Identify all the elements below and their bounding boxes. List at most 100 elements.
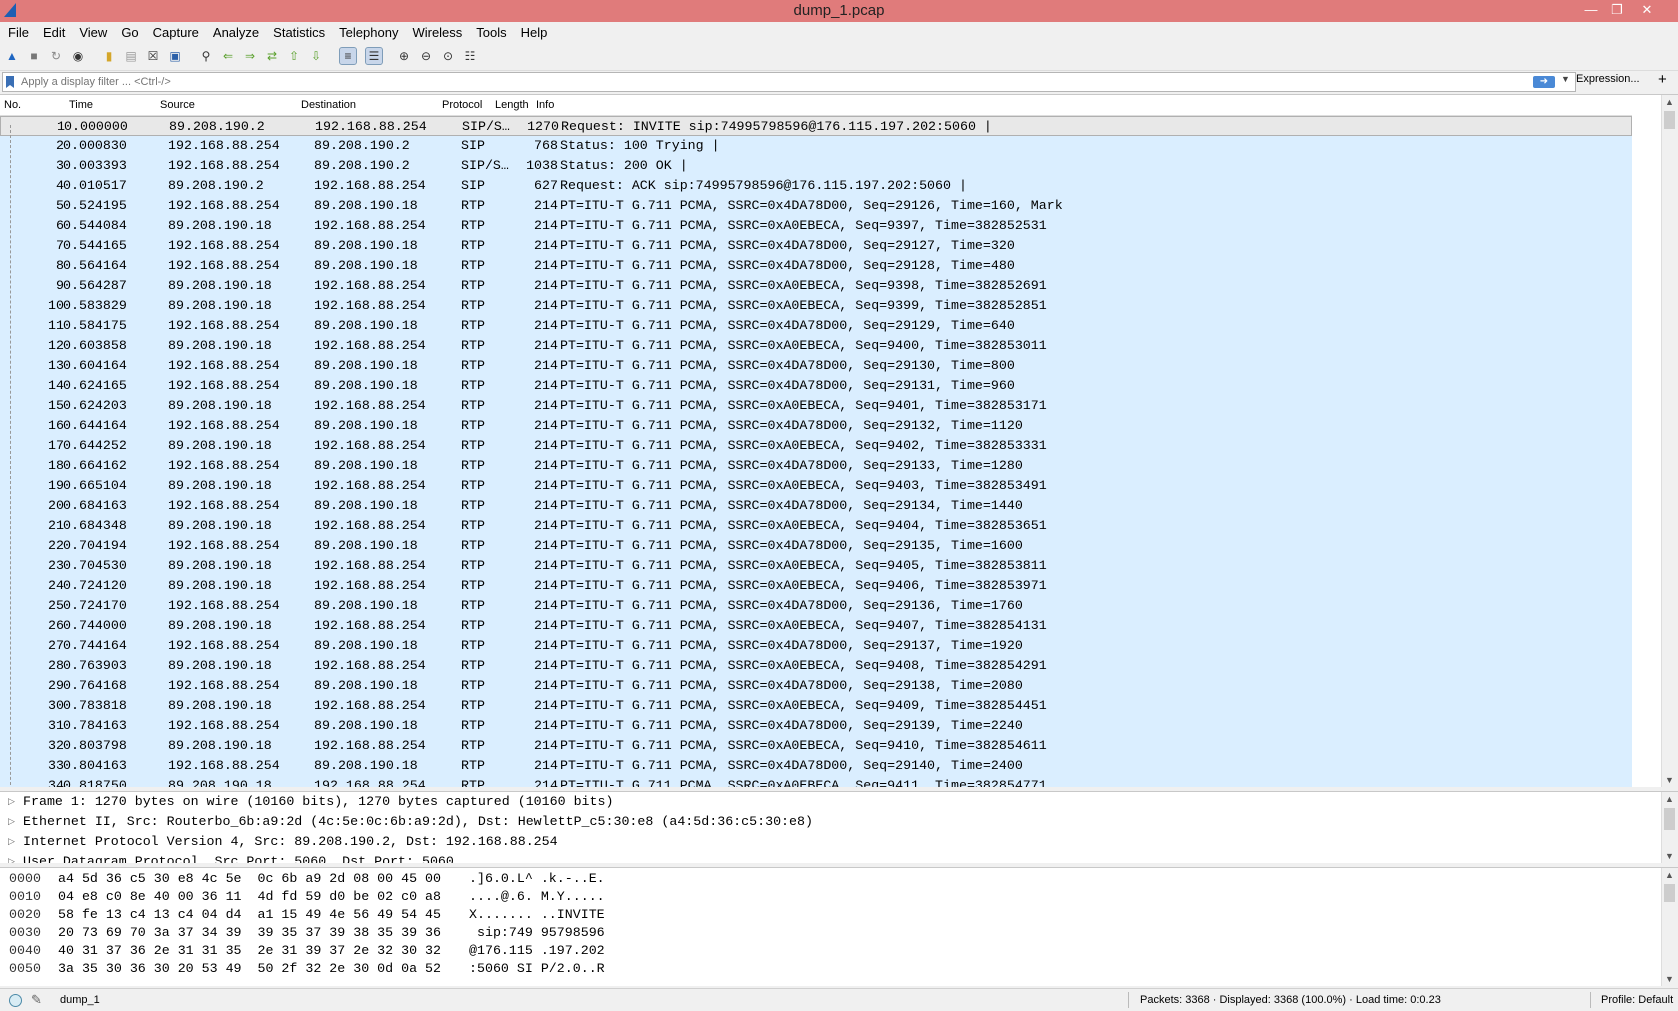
packet-row[interactable]: 12 0.603858 89.208.190.18 192.168.88.254 RTP… — [0, 336, 1632, 356]
expand-arrow-icon[interactable]: ▷ — [8, 832, 15, 852]
menu-telephony[interactable]: Telephony — [332, 22, 405, 44]
packet-row[interactable]: 31 0.784163 192.168.88.254 89.208.190.18 RTP… — [0, 716, 1632, 736]
hex-bytes[interactable]: 58 fe 13 c4 13 c4 04 d4 a1 15 49 4e 56 4… — [58, 906, 441, 924]
packet-row[interactable]: 26 0.744000 89.208.190.18 192.168.88.254 RTP… — [0, 616, 1632, 636]
filter-history-dropdown-icon[interactable]: ▼ — [1561, 74, 1570, 84]
zoom-in-icon[interactable]: ⊕ — [396, 48, 412, 64]
detail-tree-item[interactable]: ▷ Internet Protocol Version 4, Src: 89.20… — [0, 832, 1678, 852]
packet-row[interactable]: 9 0.564287 89.208.190.18 192.168.88.254 RTP 2… — [0, 276, 1632, 296]
col-header-protocol[interactable]: Protocol — [442, 99, 482, 111]
packet-row[interactable]: 30 0.783818 89.208.190.18 192.168.88.254 RTP… — [0, 696, 1632, 716]
packet-row[interactable]: 27 0.744164 192.168.88.254 89.208.190.18 RTP… — [0, 636, 1632, 656]
colorize-icon[interactable]: ☰ — [365, 47, 383, 65]
restart-capture-icon[interactable]: ↻ — [48, 48, 64, 64]
zoom-out-icon[interactable]: ⊖ — [418, 48, 434, 64]
packet-list-scrollbar[interactable]: ▲ ▼ — [1661, 95, 1678, 787]
hex-ascii[interactable]: @176.115 .197.202 — [469, 942, 605, 960]
menu-help[interactable]: Help — [514, 22, 555, 44]
last-packet-icon[interactable]: ⇩ — [308, 48, 324, 64]
hex-offset[interactable]: 0010 — [9, 888, 41, 906]
menu-statistics[interactable]: Statistics — [266, 22, 332, 44]
packet-row[interactable]: 3 0.003393 192.168.88.254 89.208.190.2 SIP/S… — [0, 156, 1632, 176]
bytes-scroll-thumb[interactable] — [1664, 884, 1675, 902]
menu-tools[interactable]: Tools — [469, 22, 513, 44]
details-scroll-thumb[interactable] — [1664, 808, 1675, 830]
save-file-icon[interactable]: ▤ — [123, 48, 139, 64]
packet-row[interactable]: 7 0.544165 192.168.88.254 89.208.190.18 RTP 2… — [0, 236, 1632, 256]
reload-file-icon[interactable]: ▣ — [167, 48, 183, 64]
packet-row[interactable]: 34 0.818750 89.208.190.18 192.168.88.254 RTP… — [0, 776, 1632, 787]
bytes-scrollbar[interactable]: ▲ ▼ — [1661, 868, 1678, 986]
packet-row[interactable]: 15 0.624203 89.208.190.18 192.168.88.254 RTP… — [0, 396, 1632, 416]
scroll-down-icon[interactable]: ▼ — [1665, 851, 1674, 861]
close-file-icon[interactable]: ☒ — [145, 48, 161, 64]
detail-tree-item[interactable]: ▷ Frame 1: 1270 bytes on wire (10160 bits… — [0, 792, 1678, 812]
add-filter-button[interactable]: + — [1658, 71, 1667, 88]
packet-row[interactable]: 21 0.684348 89.208.190.18 192.168.88.254 RTP… — [0, 516, 1632, 536]
menu-file[interactable]: File — [0, 22, 36, 44]
scroll-down-icon[interactable]: ▼ — [1665, 775, 1674, 785]
packet-row[interactable]: 2 0.000830 192.168.88.254 89.208.190.2 SIP 76… — [0, 136, 1632, 156]
open-file-icon[interactable]: ▮ — [101, 48, 117, 64]
col-header-no[interactable]: No. — [4, 99, 21, 111]
hex-bytes[interactable]: 04 e8 c0 8e 40 00 36 11 4d fd 59 d0 be 0… — [58, 888, 441, 906]
restore-icon[interactable]: ❐ — [1604, 0, 1630, 20]
packet-row[interactable]: 28 0.763903 89.208.190.18 192.168.88.254 RTP… — [0, 656, 1632, 676]
menu-wireless[interactable]: Wireless — [405, 22, 469, 44]
packet-row[interactable]: 14 0.624165 192.168.88.254 89.208.190.18 RTP… — [0, 376, 1632, 396]
col-header-destination[interactable]: Destination — [301, 99, 356, 111]
packet-row[interactable]: 6 0.544084 89.208.190.18 192.168.88.254 RTP 2… — [0, 216, 1632, 236]
scroll-down-icon[interactable]: ▼ — [1665, 974, 1674, 984]
hex-offset[interactable]: 0040 — [9, 942, 41, 960]
packet-row[interactable]: 25 0.724170 192.168.88.254 89.208.190.18 RTP… — [0, 596, 1632, 616]
col-header-length[interactable]: Length — [495, 99, 529, 111]
first-packet-icon[interactable]: ⇧ — [286, 48, 302, 64]
hex-ascii[interactable]: X....... ..INVITE — [469, 906, 605, 924]
menu-view[interactable]: View — [72, 22, 114, 44]
col-header-source[interactable]: Source — [160, 99, 195, 111]
edit-comment-icon[interactable]: ✎ — [31, 992, 42, 1008]
col-header-time[interactable]: Time — [69, 99, 93, 111]
hex-ascii[interactable]: :5060 SI P/2.0..R — [469, 960, 605, 978]
display-filter-input[interactable] — [21, 73, 1321, 90]
expression-button[interactable]: Expression... — [1576, 73, 1640, 85]
packet-row[interactable]: 8 0.564164 192.168.88.254 89.208.190.18 RTP 2… — [0, 256, 1632, 276]
packet-row[interactable]: 1 0.000000 89.208.190.2 192.168.88.254 SIP/S… — [0, 116, 1632, 136]
scroll-up-icon[interactable]: ▲ — [1665, 794, 1674, 804]
packet-row[interactable]: 10 0.583829 89.208.190.18 192.168.88.254 RTP… — [0, 296, 1632, 316]
expand-arrow-icon[interactable]: ▷ — [8, 812, 15, 832]
packet-row[interactable]: 24 0.724120 89.208.190.18 192.168.88.254 RTP… — [0, 576, 1632, 596]
go-forward-icon[interactable]: ⇒ — [242, 48, 258, 64]
stop-capture-icon[interactable]: ■ — [26, 48, 42, 64]
detail-tree-item[interactable]: ▷ User Datagram Protocol, Src Port: 5060,… — [0, 852, 1678, 863]
close-icon[interactable]: ✕ — [1634, 0, 1660, 20]
packet-list-scroll-thumb[interactable] — [1664, 111, 1675, 129]
hex-bytes[interactable]: 40 31 37 36 2e 31 31 35 2e 31 39 37 2e 3… — [58, 942, 441, 960]
packet-row[interactable]: 29 0.764168 192.168.88.254 89.208.190.18 RTP… — [0, 676, 1632, 696]
hex-ascii[interactable]: sip:749 95798596 — [469, 924, 605, 942]
hex-bytes[interactable]: 3a 35 30 36 30 20 53 49 50 2f 32 2e 30 0… — [58, 960, 441, 978]
col-header-info[interactable]: Info — [536, 99, 554, 111]
packet-row[interactable]: 11 0.584175 192.168.88.254 89.208.190.18 RTP… — [0, 316, 1632, 336]
hex-bytes[interactable]: 20 73 69 70 3a 37 34 39 39 35 37 39 38 3… — [58, 924, 441, 942]
hex-offset[interactable]: 0000 — [9, 870, 41, 888]
hex-offset[interactable]: 0020 — [9, 906, 41, 924]
hex-ascii[interactable]: ....@.6. M.Y..... — [469, 888, 605, 906]
menu-analyze[interactable]: Analyze — [206, 22, 266, 44]
scroll-up-icon[interactable]: ▲ — [1665, 97, 1674, 107]
menu-edit[interactable]: Edit — [36, 22, 72, 44]
packet-row[interactable]: 22 0.704194 192.168.88.254 89.208.190.18 RTP… — [0, 536, 1632, 556]
capture-options-icon[interactable]: ◉ — [70, 48, 86, 64]
packet-row[interactable]: 5 0.524195 192.168.88.254 89.208.190.18 RTP 2… — [0, 196, 1632, 216]
go-back-icon[interactable]: ⇐ — [220, 48, 236, 64]
hex-ascii[interactable]: .]6.0.L^ .k.-..E. — [469, 870, 605, 888]
packet-row[interactable]: 20 0.684163 192.168.88.254 89.208.190.18 RTP… — [0, 496, 1632, 516]
detail-tree-item[interactable]: ▷ Ethernet II, Src: Routerbo_6b:a9:2d (4c… — [0, 812, 1678, 832]
hex-offset[interactable]: 0050 — [9, 960, 41, 978]
minimize-icon[interactable]: — — [1578, 0, 1604, 20]
packet-row[interactable]: 32 0.803798 89.208.190.18 192.168.88.254 RTP… — [0, 736, 1632, 756]
packet-row[interactable]: 16 0.644164 192.168.88.254 89.208.190.18 RTP… — [0, 416, 1632, 436]
find-packet-icon[interactable]: ⚲ — [198, 48, 214, 64]
details-scrollbar[interactable]: ▲ ▼ — [1661, 792, 1678, 863]
hex-bytes[interactable]: a4 5d 36 c5 30 e8 4c 5e 0c 6b a9 2d 08 0… — [58, 870, 441, 888]
